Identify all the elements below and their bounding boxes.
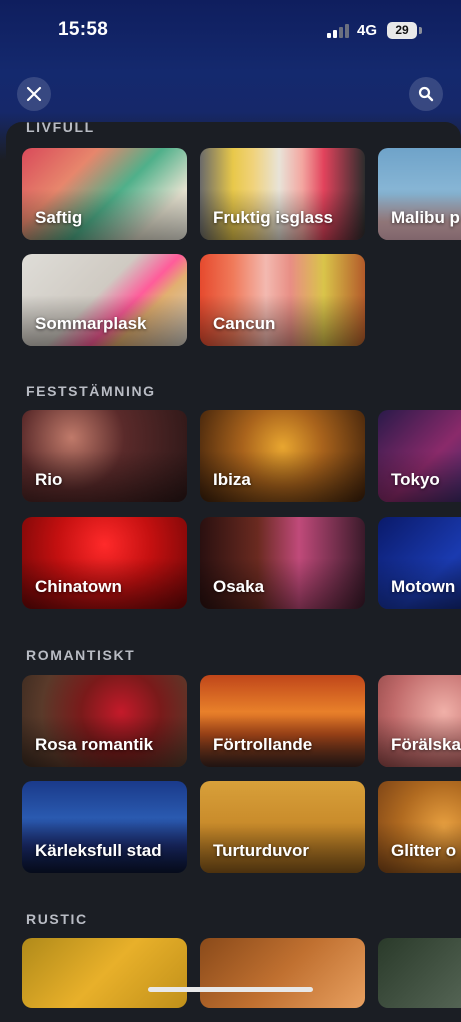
theme-card-ibiza[interactable]: Ibiza <box>200 410 365 502</box>
theme-card-label: Motown <box>391 577 456 596</box>
theme-card-cancun[interactable]: Cancun <box>200 254 365 346</box>
theme-list[interactable]: LIVFULL Saftig Fruktig isglass Malibu p … <box>6 122 461 1022</box>
theme-card-rustic-1[interactable] <box>22 938 187 1008</box>
theme-card-rio[interactable]: Rio <box>22 410 187 502</box>
theme-card-label: Glitter o <box>391 841 457 860</box>
network-type: 4G <box>357 22 378 39</box>
theme-card-label: Osaka <box>213 577 265 596</box>
theme-card-label: Chinatown <box>35 577 122 596</box>
theme-card-chinatown[interactable]: Chinatown <box>22 517 187 609</box>
theme-card-turturduvor[interactable]: Turturduvor <box>200 781 365 873</box>
theme-card-label: Turturduvor <box>213 841 310 860</box>
theme-card-label: Kärleksfull stad <box>35 841 162 860</box>
home-indicator[interactable] <box>148 987 313 992</box>
theme-card-karleksfull-stad[interactable]: Kärleksfull stad <box>22 781 187 873</box>
theme-card-saftig[interactable]: Saftig <box>22 148 187 240</box>
theme-card-tokyo[interactable]: Tokyo <box>378 410 461 502</box>
theme-card-label: Malibu p <box>391 208 460 227</box>
theme-card-glitter[interactable]: Glitter o <box>378 781 461 873</box>
theme-card-label: Tokyo <box>391 470 440 489</box>
theme-card-malibu[interactable]: Malibu p <box>378 148 461 240</box>
theme-card-foralska[interactable]: Förälska <box>378 675 461 767</box>
theme-card-motown[interactable]: Motown <box>378 517 461 609</box>
section-title-romantiskt: ROMANTISKT <box>26 647 136 663</box>
theme-card-label: Ibiza <box>213 470 251 489</box>
close-icon <box>26 86 42 102</box>
theme-card-label: Cancun <box>213 314 276 333</box>
battery-icon: 29 <box>387 22 417 39</box>
theme-card-label: Saftig <box>35 208 83 227</box>
theme-card-fruktig-isglass[interactable]: Fruktig isglass <box>200 148 365 240</box>
theme-card-sommarplask[interactable]: Sommarplask <box>22 254 187 346</box>
section-title-feststamning: FESTSTÄMNING <box>26 383 156 399</box>
theme-card-label: Rosa romantik <box>35 735 154 754</box>
theme-card-rosa-romantik[interactable]: Rosa romantik <box>22 675 187 767</box>
section-title-rustic: RUSTIC <box>26 911 88 927</box>
theme-card-osaka[interactable]: Osaka <box>200 517 365 609</box>
theme-card-label: Förälska <box>391 735 461 754</box>
theme-card-label: Sommarplask <box>35 314 147 333</box>
theme-card-label: Fruktig isglass <box>213 208 333 227</box>
theme-card-rustic-3[interactable] <box>378 938 461 1008</box>
search-icon <box>418 86 434 102</box>
signal-icon <box>327 24 351 38</box>
section-title-livfull: LIVFULL <box>26 122 95 135</box>
theme-card-label: Rio <box>35 470 63 489</box>
theme-card-label: Förtrollande <box>213 735 313 754</box>
search-button[interactable] <box>409 77 443 111</box>
close-button[interactable] <box>17 77 51 111</box>
theme-card-rustic-2[interactable] <box>200 938 365 1008</box>
status-time: 15:58 <box>58 19 109 40</box>
theme-card-fortrollande[interactable]: Förtrollande <box>200 675 365 767</box>
status-bar: 15:58 4G 29 <box>0 0 461 60</box>
battery-cap <box>419 27 422 34</box>
